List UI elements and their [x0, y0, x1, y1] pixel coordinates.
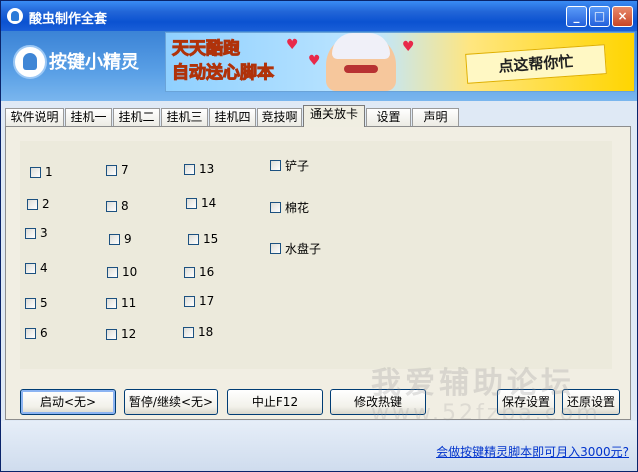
checkbox-item[interactable]: 15	[188, 232, 218, 246]
checkbox-label: 13	[199, 162, 215, 176]
checkbox[interactable]	[270, 243, 281, 254]
checkbox[interactable]	[106, 200, 117, 212]
banner-slogan: 天天酷跑 自动送心脚本	[172, 37, 275, 85]
tab-clear-stage-card[interactable]: 通关放卡	[303, 105, 365, 127]
checkbox[interactable]	[270, 160, 281, 171]
checkbox[interactable]	[27, 198, 38, 210]
logo-text: 按键小精灵	[49, 52, 139, 73]
checkbox-item[interactable]: 16	[184, 265, 214, 279]
checkbox-label: 12	[121, 327, 137, 341]
checkbox-label: 7	[121, 163, 129, 177]
checkbox-item[interactable]: 8	[106, 199, 129, 213]
banner-cta: 点这帮你忙	[465, 44, 607, 84]
checkbox[interactable]	[109, 233, 120, 245]
checkbox-item[interactable]: 1	[30, 165, 53, 179]
checkbox-item[interactable]: 6	[25, 326, 48, 340]
checkbox[interactable]	[184, 266, 195, 278]
checkbox-label: 3	[40, 226, 48, 240]
title-bar[interactable]: 酸虫制作全套 _ □ ×	[1, 1, 637, 31]
checkbox[interactable]	[30, 166, 41, 178]
checkbox-item[interactable]: 13	[184, 162, 214, 176]
watermark-text: 我爱辅助论坛	[371, 366, 575, 401]
close-button[interactable]: ×	[612, 6, 633, 27]
checkbox-item[interactable]: 10	[107, 265, 137, 279]
heart-icon: ♥	[402, 39, 415, 55]
tab-settings[interactable]: 设置	[366, 108, 411, 126]
checkbox-label: 铲子	[285, 159, 310, 173]
checkbox-label: 水盘子	[285, 242, 322, 256]
checkbox-label: 15	[203, 232, 219, 246]
checkbox-label: 6	[40, 326, 48, 340]
checkbox-item[interactable]: 4	[25, 261, 48, 275]
checkbox-item[interactable]: 17	[184, 294, 214, 308]
app-window: 酸虫制作全套 _ □ × 按键小精灵 天天酷跑 自动送心脚本 ♥ ♥ ♥ 点这帮…	[0, 0, 638, 472]
checkbox-label: 11	[121, 296, 137, 310]
checkbox[interactable]	[25, 227, 36, 239]
banner-slogan-line1: 天天酷跑	[172, 39, 241, 60]
checkbox-item[interactable]: 11	[106, 296, 136, 310]
checkbox[interactable]	[107, 266, 118, 278]
checkbox-label: 1	[45, 165, 53, 179]
checkbox[interactable]	[186, 197, 197, 209]
checkbox-label: 棉花	[285, 201, 310, 215]
tab-idle-4[interactable]: 挂机四	[209, 108, 256, 126]
checkbox-item[interactable]: 12	[106, 327, 136, 341]
checkbox[interactable]	[106, 164, 117, 176]
checkbox-label: 9	[124, 232, 132, 246]
tab-software-intro[interactable]: 软件说明	[5, 108, 64, 126]
checkbox-item[interactable]: 水盘子	[270, 240, 321, 257]
app-icon	[7, 8, 23, 24]
checkbox-label: 4	[40, 261, 48, 275]
heart-icon: ♥	[308, 53, 321, 69]
checkbox-label: 10	[122, 265, 138, 279]
minimize-button[interactable]: _	[566, 6, 587, 27]
start-button[interactable]: 启动<无>	[20, 389, 116, 415]
checkbox-item[interactable]: 9	[109, 232, 132, 246]
banner-slogan-line2: 自动送心脚本	[172, 63, 275, 84]
pause-resume-button[interactable]: 暂停/继续<无>	[124, 389, 218, 415]
checkbox-item[interactable]: 3	[25, 226, 48, 240]
checkbox[interactable]	[25, 327, 36, 339]
checkbox[interactable]	[25, 262, 36, 274]
anjian-logo-icon	[13, 45, 47, 79]
checkbox[interactable]	[184, 295, 195, 307]
checkbox-label: 17	[199, 294, 215, 308]
checkbox-label: 2	[42, 197, 50, 211]
promo-link[interactable]: 会做按键精灵脚本即可月入3000元?	[436, 443, 629, 460]
checkbox-item[interactable]: 5	[25, 296, 48, 310]
checkbox-label: 16	[199, 265, 215, 279]
checkbox[interactable]	[106, 297, 117, 309]
checkbox[interactable]	[106, 328, 117, 340]
checkbox-label: 8	[121, 199, 129, 213]
checkbox-item[interactable]: 7	[106, 163, 129, 177]
tab-arena[interactable]: 竞技啊	[257, 108, 302, 126]
watermark-url: www.52fzba.com	[371, 401, 601, 426]
checkbox-item[interactable]: 18	[183, 325, 213, 339]
tab-idle-3[interactable]: 挂机三	[161, 108, 208, 126]
cartoon-character-image	[326, 33, 396, 91]
checkbox[interactable]	[188, 233, 199, 245]
header-banner-area: 按键小精灵 天天酷跑 自动送心脚本 ♥ ♥ ♥ 点这帮你忙	[1, 31, 637, 101]
tab-statement[interactable]: 声明	[412, 108, 459, 126]
checkbox-item[interactable]: 2	[27, 197, 50, 211]
checkbox[interactable]	[184, 163, 195, 175]
checkbox-label: 14	[201, 196, 217, 210]
checkbox-label: 5	[40, 296, 48, 310]
heart-icon: ♥	[286, 37, 299, 53]
maximize-button[interactable]: □	[589, 6, 610, 27]
tab-idle-2[interactable]: 挂机二	[113, 108, 160, 126]
window-title: 酸虫制作全套	[29, 12, 108, 27]
tab-idle-1[interactable]: 挂机一	[65, 108, 112, 126]
stop-button[interactable]: 中止F12	[227, 389, 323, 415]
checkbox[interactable]	[270, 202, 281, 213]
footer-bar: 会做按键精灵脚本即可月入3000元?	[1, 421, 637, 471]
checkbox-label: 18	[198, 325, 214, 339]
checkbox-item[interactable]: 铲子	[270, 157, 309, 174]
checkbox-area: 1 2 3 4 5 6 7 8 9 10 11 12 13 14 15 16 1…	[20, 141, 612, 369]
checkbox[interactable]	[25, 297, 36, 309]
checkbox-item[interactable]: 14	[186, 196, 216, 210]
checkbox-item[interactable]: 棉花	[270, 199, 309, 216]
checkbox[interactable]	[183, 326, 194, 338]
ad-banner[interactable]: 天天酷跑 自动送心脚本 ♥ ♥ ♥ 点这帮你忙	[165, 32, 635, 92]
